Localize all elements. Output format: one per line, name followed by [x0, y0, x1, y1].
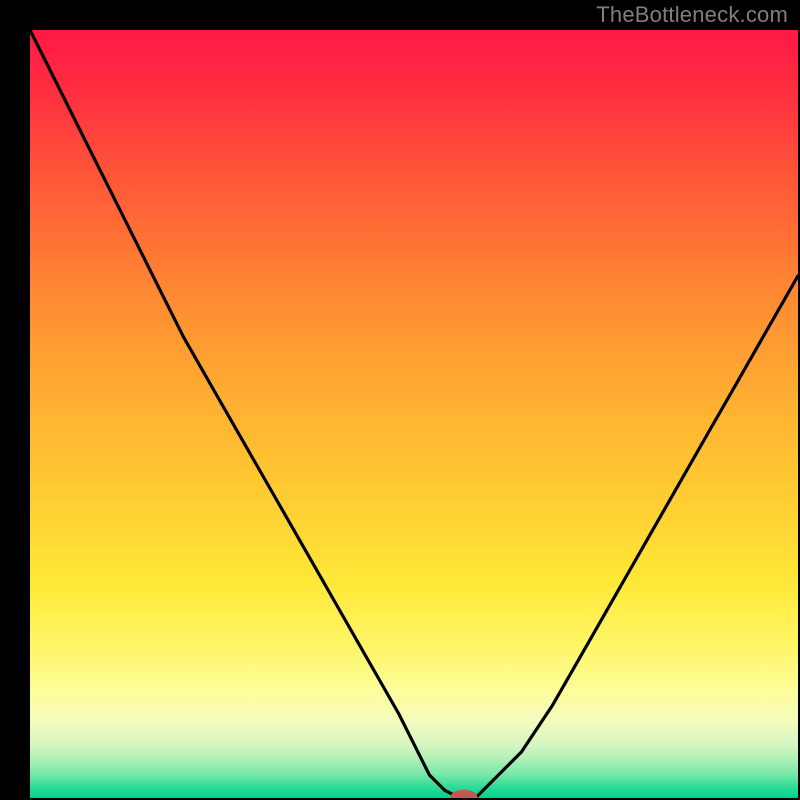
min-marker	[450, 790, 478, 798]
plot-area	[30, 30, 798, 798]
bottleneck-curve	[30, 30, 798, 798]
watermark-text: TheBottleneck.com	[596, 2, 788, 28]
chart-frame: TheBottleneck.com	[0, 0, 800, 800]
plot-svg	[30, 30, 798, 798]
